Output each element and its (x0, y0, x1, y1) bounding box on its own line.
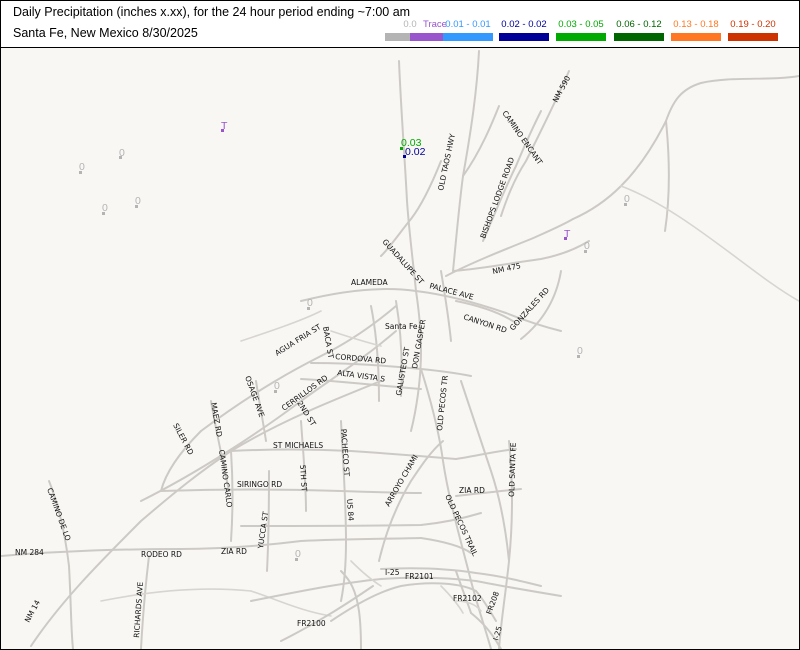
legend-swatch (614, 33, 664, 41)
legend-swatch (556, 33, 606, 41)
road-label: BISHOPS LODGE ROAD (478, 156, 516, 240)
station-marker: 0 (584, 240, 590, 253)
legend-item: 0.02 - 0.02 (499, 19, 549, 41)
map-frame: Daily Precipitation (inches x.xx), for t… (0, 0, 800, 650)
road-label: FR2101 (405, 572, 434, 581)
legend-item: 0.01 - 0.01 (443, 19, 493, 41)
road-label: PALACE AVE (428, 281, 474, 302)
road-label: I-25 (491, 625, 504, 642)
road-label: SIRINGO RD (237, 480, 282, 489)
legend-swatch (443, 33, 493, 41)
station-value: 0 (102, 202, 108, 214)
road-label: FR2100 (297, 619, 326, 628)
station-value: 0 (135, 195, 141, 207)
station-value: T (221, 120, 228, 132)
legend-label: 0.02 - 0.02 (501, 19, 547, 30)
map-svg: NM 590 CAMINO ENCANT OLD TAOS HWY BISHOP… (1, 50, 799, 649)
legend-item: 0.03 - 0.05 (556, 19, 606, 41)
legend-swatch (499, 33, 549, 41)
station-marker: 0 (295, 548, 301, 561)
road-label: US 84 (345, 499, 356, 522)
road-label: 2ND ST (295, 399, 318, 428)
station-marker: 0 (577, 345, 583, 358)
road-label: ALAMEDA (351, 278, 388, 287)
station-value: 0 (295, 548, 301, 560)
road-label: NM 475 (492, 261, 522, 276)
road-label: ZIA RD (221, 547, 247, 556)
road-label: MAEZ RD (209, 402, 224, 438)
road-label: 5TH ST (298, 465, 309, 493)
road-label: NM 590 (551, 74, 573, 104)
legend-item: 0.06 - 0.12 (614, 19, 664, 41)
station-marker: 0 (274, 380, 280, 393)
road-label: NM 14 (23, 598, 42, 624)
station-marker: 0 (79, 161, 85, 174)
road-label: ST MICHAELS (273, 441, 323, 450)
station-marker: 0 (307, 297, 313, 310)
station-marker: 0 (119, 147, 125, 159)
station-value: 0 (577, 345, 583, 357)
legend: 0.0 Trace 0.01 - 0.01 0.02 - 0.02 0.03 -… (385, 19, 797, 43)
road-network (1, 50, 799, 649)
legend-swatch (671, 33, 721, 41)
city-label: Santa Fe (385, 322, 418, 331)
station-value: 0 (307, 297, 313, 309)
road-label: NM 284 (15, 548, 44, 557)
road-label: FR2102 (453, 594, 482, 603)
station-marker: 0 (102, 202, 108, 215)
stations: T 0 0 0 0 0.03 0.02 0 T 0 0 0 0 0 (79, 120, 630, 561)
station-value: 0 (624, 193, 630, 205)
legend-label: 0.19 - 0.20 (730, 19, 776, 30)
legend-label: 0.06 - 0.12 (616, 19, 662, 30)
station-value: 0 (584, 240, 590, 252)
station-marker: T (564, 228, 571, 240)
station-value: 0 (274, 380, 280, 392)
map-area: NM 590 CAMINO ENCANT OLD TAOS HWY BISHOP… (1, 48, 799, 649)
road-label: I-25 (385, 568, 400, 577)
legend-label: 0.03 - 0.05 (558, 19, 604, 30)
road-label: ZIA RD (459, 486, 485, 495)
station-marker: 0 (135, 195, 141, 208)
road-label: OLD TAOS HWY (436, 132, 457, 191)
legend-label: 0.13 - 0.18 (673, 19, 719, 30)
road-label: CAMINO DE LO (45, 487, 73, 542)
station-marker: 0 (624, 193, 630, 206)
legend-item: 0.19 - 0.20 (728, 19, 778, 41)
title-line-2: Santa Fe, New Mexico 8/30/2025 (13, 26, 198, 40)
road-label: GONZALES RD (508, 286, 551, 333)
road-label: RODEO RD (141, 550, 182, 559)
road-label: OLD PECOS TR (435, 375, 450, 431)
station-value: 0 (79, 161, 85, 173)
station-marker: 0.02 (403, 146, 426, 158)
road-label: OLD SANTA FE (507, 442, 518, 497)
title-line-1: Daily Precipitation (inches x.xx), for t… (13, 5, 411, 19)
legend-swatch (728, 33, 778, 41)
road-labels: NM 590 CAMINO ENCANT OLD TAOS HWY BISHOP… (15, 74, 572, 641)
legend-label: 0.01 - 0.01 (445, 19, 491, 30)
station-value: 0.02 (405, 146, 426, 158)
road-label: OSAGE AVE (243, 375, 266, 419)
road-label: FR208 (484, 590, 501, 616)
road-label: PACHECO ST (339, 429, 351, 477)
legend-item: 0.13 - 0.18 (671, 19, 721, 41)
station-marker: T (221, 120, 228, 132)
header: Daily Precipitation (inches x.xx), for t… (1, 1, 799, 48)
station-value: 0 (119, 147, 125, 159)
station-value: T (564, 228, 571, 240)
